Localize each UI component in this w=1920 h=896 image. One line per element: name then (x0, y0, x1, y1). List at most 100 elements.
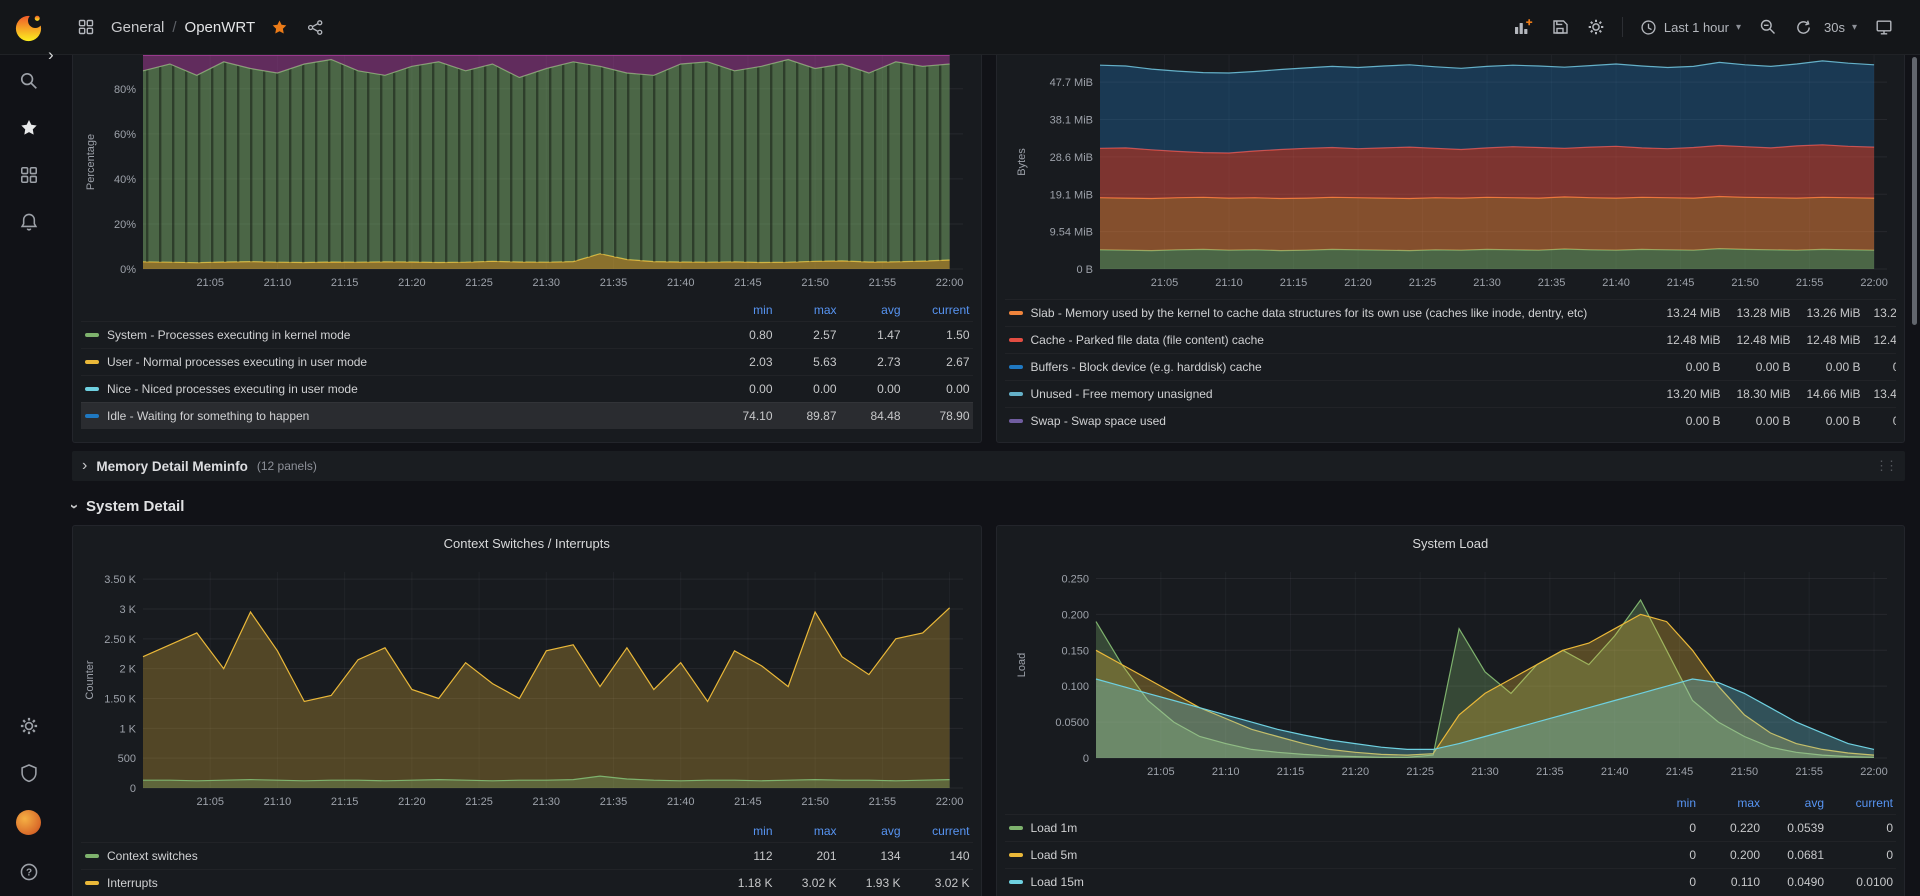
legend-sort-avg[interactable]: avg (837, 824, 900, 838)
series-value: 3.02 K (801, 876, 837, 890)
context-switches-chart[interactable]: 0 500 1 K 1.50 K 2 K 2.50 K 3 K 3.50 K 21:05 21:1… (81, 560, 973, 810)
server-admin-shield-icon[interactable] (19, 763, 39, 783)
svg-text:21:25: 21:25 (1408, 277, 1436, 289)
dashboards-grid-icon[interactable] (19, 165, 39, 185)
legend-row[interactable]: Context switches 112 201 134 140 (81, 842, 973, 869)
panel-title[interactable]: System Load (1005, 532, 1897, 558)
series-label: User - Normal processes executing in use… (107, 355, 368, 369)
favorite-star-button[interactable] (268, 16, 291, 39)
panel-system-load: System Load 0 0.0500 0.100 0.150 0.200 0.250 2… (995, 525, 1905, 896)
series-value: 13.28 MiB (1736, 306, 1791, 320)
refresh-button[interactable] (1792, 16, 1815, 39)
legend-row[interactable]: Idle - Waiting for something to happen 74… (81, 402, 973, 429)
legend-sort-min[interactable]: min (709, 824, 772, 838)
breadcrumb-dashboard-title[interactable]: OpenWRT (185, 19, 256, 36)
legend-sort-avg[interactable]: avg (837, 303, 900, 317)
svg-text:3.50 K: 3.50 K (104, 574, 136, 586)
series-value: 0.00 B (1861, 414, 1896, 428)
series-value: 2.03 (749, 355, 773, 369)
user-avatar[interactable] (16, 810, 41, 835)
series-value: 0.00 (749, 382, 773, 396)
svg-text:21:15: 21:15 (1276, 766, 1304, 778)
series-value: 140 (949, 849, 970, 863)
svg-text:22:00: 22:00 (1860, 277, 1888, 289)
share-button[interactable] (304, 16, 327, 39)
legend-sort-current[interactable]: current (901, 303, 973, 317)
legend-sort-max[interactable]: max (773, 303, 837, 317)
series-value: 5.63 (813, 355, 837, 369)
series-color-chip (1008, 365, 1023, 369)
legend-row[interactable]: Buffers - Block device (e.g. harddisk) c… (1004, 353, 1896, 380)
zoom-out-button[interactable] (1756, 15, 1780, 39)
breadcrumb: General / OpenWRT (111, 19, 255, 36)
series-value: 0.00 (946, 382, 970, 396)
svg-text:21:05: 21:05 (1150, 277, 1178, 289)
system-load-chart[interactable]: 0 0.0500 0.100 0.150 0.200 0.250 21:05 21:10 21:… (1005, 560, 1897, 782)
legend-row[interactable]: Interrupts 1.18 K 3.02 K 1.93 K 3.02 K (81, 869, 973, 896)
legend-row[interactable]: Slab - Memory used by the kernel to cach… (1004, 299, 1896, 326)
legend-row[interactable]: Load 5m 0 0.200 0.0681 0 (1004, 841, 1896, 868)
cycle-view-button[interactable] (1872, 15, 1896, 39)
sidebar: ? (0, 55, 57, 896)
svg-text:21:35: 21:35 (1537, 277, 1565, 289)
svg-text:2.50 K: 2.50 K (104, 634, 136, 646)
series-value: 12.48 MiB (1806, 333, 1861, 347)
legend-sort-min[interactable]: min (1632, 796, 1696, 810)
breadcrumb-folder[interactable]: General (111, 19, 164, 36)
series-value: 13.20 MiB (1666, 387, 1721, 401)
svg-text:Counter: Counter (84, 660, 96, 699)
monitor-icon (1876, 20, 1892, 35)
svg-text:28.6 MiB: 28.6 MiB (1049, 152, 1092, 164)
legend-row[interactable]: Cache - Parked file data (file content) … (1004, 326, 1896, 353)
legend-row[interactable]: Load 1m 0 0.220 0.0539 0 (1004, 814, 1896, 841)
series-value: 0.0100 (1856, 875, 1893, 889)
legend-sort-max[interactable]: max (773, 824, 837, 838)
legend-row[interactable]: Swap - Swap space used 0.00 B 0.00 B 0.00 B… (1004, 407, 1896, 434)
svg-text:21:35: 21:35 (600, 277, 628, 289)
save-dashboard-button[interactable] (1548, 15, 1572, 39)
series-value: 0 (1689, 875, 1696, 889)
legend-sort-max[interactable]: max (1696, 796, 1760, 810)
legend-row[interactable]: Load 15m 0 0.110 0.0490 0.0100 (1004, 868, 1896, 895)
scrollbar-thumb[interactable] (1912, 57, 1917, 325)
legend-sort-current[interactable]: current (1824, 796, 1896, 810)
dashboard-settings-button[interactable] (1584, 15, 1608, 39)
svg-text:21:10: 21:10 (1215, 277, 1243, 289)
svg-text:21:30: 21:30 (1471, 766, 1499, 778)
time-range-picker[interactable]: Last 1 hour ▾ (1637, 16, 1744, 39)
dashboards-icon[interactable] (74, 15, 98, 39)
starred-icon[interactable] (19, 118, 39, 138)
alerting-bell-icon[interactable] (19, 212, 39, 232)
panel-title[interactable]: Context Switches / Interrupts (81, 532, 973, 558)
cpu-usage-chart[interactable]: 0% 20% 40% 60% 80% 21:05 21:10 21:15 21:20 21:25 2… (81, 55, 973, 293)
legend-sort-min[interactable]: min (709, 303, 772, 317)
svg-text:21:30: 21:30 (1473, 277, 1501, 289)
help-icon[interactable]: ? (19, 862, 39, 882)
series-color-chip (1008, 338, 1023, 342)
series-value: 0 (1886, 821, 1893, 835)
series-label: Unused - Free memory unasigned (1030, 387, 1213, 401)
legend-row[interactable]: User - Normal processes executing in use… (81, 348, 973, 375)
row-system-detail[interactable]: › System Detail (66, 493, 1905, 519)
legend-sort-avg[interactable]: avg (1760, 796, 1824, 810)
grafana-logo-icon[interactable] (13, 12, 44, 43)
expand-sidebar-chevron[interactable]: › (48, 46, 54, 63)
add-panel-button[interactable] (1510, 15, 1536, 39)
legend-row[interactable]: Nice - Niced processes executing in user… (81, 375, 973, 402)
svg-text:500: 500 (118, 753, 136, 765)
memory-chart[interactable]: 0 B 9.54 MiB 19.1 MiB 28.6 MiB 38.1 MiB 47.7 … (1005, 55, 1897, 293)
legend-row[interactable]: Unused - Free memory unasigned 13.20 MiB 1… (1004, 380, 1896, 407)
series-value: 89.87 (806, 409, 837, 423)
legend-row[interactable]: System - Processes executing in kernel m… (81, 321, 973, 348)
row-memory-detail-meminfo[interactable]: › Memory Detail Meminfo (12 panels) ⋮⋮ (72, 451, 1905, 481)
settings-gear-icon[interactable] (19, 716, 39, 736)
legend-sort-current[interactable]: current (901, 824, 973, 838)
refresh-interval-dropdown[interactable]: 30s ▾ (1821, 17, 1860, 38)
series-value: 74.10 (742, 409, 773, 423)
search-icon[interactable] (19, 71, 39, 91)
breadcrumb-separator: / (172, 18, 177, 36)
series-value: 0.0490 (1787, 875, 1824, 889)
svg-text:2 K: 2 K (119, 664, 136, 676)
svg-text:21:40: 21:40 (667, 277, 695, 289)
drag-handle-icon[interactable]: ⋮⋮ (1875, 458, 1898, 474)
